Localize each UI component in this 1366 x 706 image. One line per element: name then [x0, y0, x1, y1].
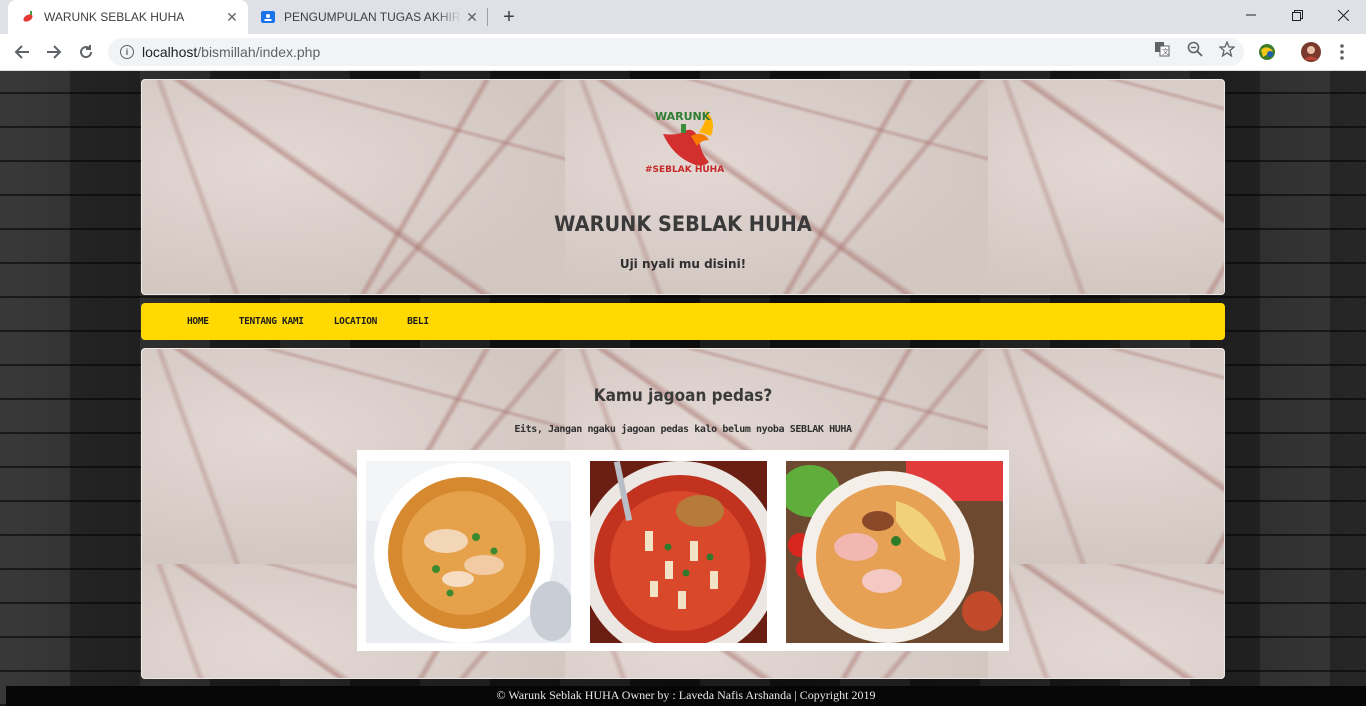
content-subtext: Eits, Jangan ngaku jagoan pedas kalo bel… — [514, 424, 852, 435]
logo-text-bottom: #SEBLAK HUHA — [645, 165, 724, 175]
site-tagline: Uji nyali mu disini! — [619, 257, 747, 271]
close-tab-icon[interactable]: ✕ — [222, 7, 242, 27]
address-bar[interactable]: i localhost/bismillah/index.php — [108, 38, 1244, 66]
reload-icon[interactable] — [72, 38, 100, 66]
tab-title: WARUNK SEBLAK HUHA — [44, 10, 185, 24]
bookmark-star-icon[interactable] — [1218, 40, 1236, 58]
nav-item-beli[interactable]: BELI — [407, 316, 429, 327]
new-tab-icon[interactable]: + — [497, 5, 521, 29]
back-icon[interactable] — [8, 38, 36, 66]
site-footer: © Warunk Seblak HUHA Owner by : Laveda N… — [6, 686, 1366, 706]
seblak-photo-2 — [590, 461, 767, 643]
close-window-icon[interactable] — [1320, 0, 1366, 30]
site-info-icon[interactable]: i — [120, 45, 134, 59]
profile-avatar[interactable] — [1301, 42, 1321, 62]
extension-globe-icon[interactable] — [1257, 42, 1277, 62]
nav-item-home[interactable]: HOME — [187, 316, 209, 327]
menu-kebab-icon[interactable] — [1336, 42, 1348, 62]
content-heading: Kamu jagoan pedas? — [593, 386, 773, 406]
tab-title: PENGUMPULAN TUGAS AKHIR WEB — [284, 10, 462, 24]
minimize-icon[interactable] — [1228, 0, 1274, 30]
site-title: WARUNK SEBLAK HUHA — [554, 212, 812, 236]
site-logo[interactable]: WARUNK #SEBLAK HUHA — [643, 106, 725, 176]
translate-icon[interactable]: 文 — [1153, 40, 1171, 58]
tab-strip: WARUNK SEBLAK HUHA ✕ PENGUMPULAN TUGAS A… — [0, 0, 1366, 34]
site-header: WARUNK #SEBLAK HUHA WARUNK SEBLAK HUHA U… — [141, 79, 1225, 295]
logo-text-top: WARUNK — [655, 110, 711, 123]
chili-favicon-icon — [20, 9, 36, 25]
tab-pengumpulan[interactable]: PENGUMPULAN TUGAS AKHIR WEB ✕ — [248, 0, 488, 34]
tab-separator — [487, 8, 488, 26]
nav-item-tentang-kami[interactable]: TENTANG KAMI — [239, 316, 304, 327]
zoom-icon[interactable] — [1186, 40, 1204, 58]
tab-warunk-seblak[interactable]: WARUNK SEBLAK HUHA ✕ — [8, 0, 248, 34]
seblak-photo-1 — [366, 461, 571, 643]
restore-icon[interactable] — [1274, 0, 1320, 30]
url-path: /bismillah/index.php — [197, 44, 321, 60]
forward-icon[interactable] — [40, 38, 68, 66]
close-tab-icon[interactable]: ✕ — [462, 7, 482, 27]
url-host: localhost — [142, 44, 198, 60]
browser-toolbar: i localhost/bismillah/index.php 文 — [0, 34, 1366, 71]
classroom-icon — [260, 9, 276, 25]
page-viewport: WARUNK #SEBLAK HUHA WARUNK SEBLAK HUHA U… — [0, 71, 1366, 706]
main-content: Kamu jagoan pedas? Eits, Jangan ngaku ja… — [141, 348, 1225, 679]
seblak-photo-3 — [786, 461, 1003, 643]
nav-item-location[interactable]: LOCATION — [334, 316, 378, 327]
photo-gallery — [357, 450, 1009, 651]
main-nav: HOME TENTANG KAMI LOCATION BELI — [141, 303, 1225, 340]
svg-text:文: 文 — [1162, 47, 1169, 56]
